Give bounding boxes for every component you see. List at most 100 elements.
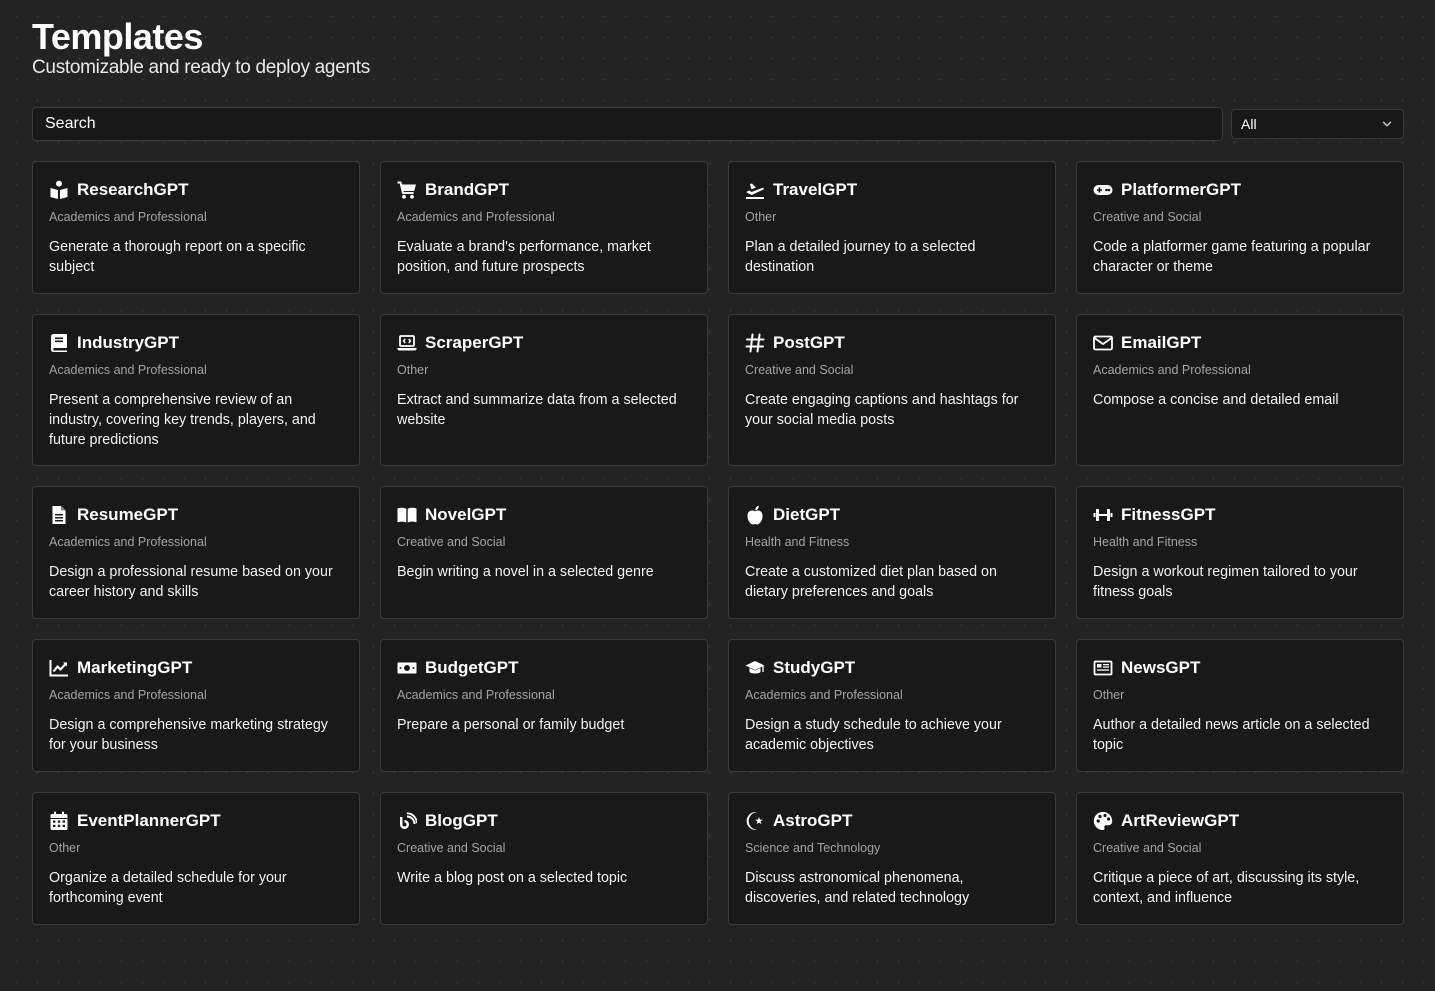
card-category: Academics and Professional <box>49 210 207 224</box>
card-header: ScraperGPT <box>397 332 691 354</box>
card-title: PostGPT <box>773 333 845 352</box>
card-title: EventPlannerGPT <box>77 811 221 830</box>
hashtag-icon <box>745 333 765 353</box>
chart-line-icon <box>49 658 69 678</box>
card-title: TravelGPT <box>773 180 858 199</box>
card-category: Academics and Professional <box>49 535 207 549</box>
card-title: ArtReviewGPT <box>1121 811 1240 830</box>
category-filter-select[interactable]: All <box>1231 109 1404 139</box>
dumbbell-icon <box>1093 505 1113 525</box>
template-card-platformergpt[interactable]: PlatformerGPT Creative and Social Code a… <box>1076 161 1404 294</box>
template-card-astrogpt[interactable]: AstroGPT Science and Technology Discuss … <box>728 792 1056 925</box>
template-card-eventplannergpt[interactable]: EventPlannerGPT Other Organize a detaile… <box>32 792 360 925</box>
card-description: Critique a piece of art, discussing its … <box>1093 870 1360 906</box>
template-card-bloggpt[interactable]: BlogGPT Creative and Social Write a blog… <box>380 792 708 925</box>
template-card-postgpt[interactable]: PostGPT Creative and Social Create engag… <box>728 314 1056 466</box>
search-input[interactable] <box>32 107 1223 141</box>
book-icon <box>49 333 69 353</box>
card-title: BudgetGPT <box>425 658 519 677</box>
card-title: ResearchGPT <box>77 180 189 199</box>
card-title: FitnessGPT <box>1121 505 1216 524</box>
template-card-emailgpt[interactable]: EmailGPT Academics and Professional Comp… <box>1076 314 1404 466</box>
card-description: Plan a detailed journey to a selected de… <box>745 239 976 275</box>
card-header: StudyGPT <box>745 657 1039 679</box>
card-description: Design a workout regimen tailored to you… <box>1093 564 1358 600</box>
template-card-budgetgpt[interactable]: BudgetGPT Academics and Professional Pre… <box>380 639 708 772</box>
template-grid: ResearchGPT Academics and Professional G… <box>32 161 1404 925</box>
template-card-novelgpt[interactable]: NovelGPT Creative and Social Begin writi… <box>380 486 708 619</box>
template-card-dietgpt[interactable]: DietGPT Health and Fitness Create a cust… <box>728 486 1056 619</box>
card-category: Other <box>49 841 81 855</box>
card-title: EmailGPT <box>1121 333 1202 352</box>
card-header: BrandGPT <box>397 179 691 201</box>
card-category: Academics and Professional <box>49 363 207 377</box>
card-category: Creative and Social <box>1093 210 1202 224</box>
card-category: Creative and Social <box>1093 841 1202 855</box>
card-header: AstroGPT <box>745 810 1039 832</box>
card-description: Evaluate a brand's performance, market p… <box>397 239 651 275</box>
star-and-crescent-icon <box>745 811 765 831</box>
card-header: BlogGPT <box>397 810 691 832</box>
card-header: IndustryGPT <box>49 332 343 354</box>
card-header: PlatformerGPT <box>1093 179 1387 201</box>
card-category: Health and Fitness <box>745 535 850 549</box>
filter-selected-value: All <box>1241 116 1257 132</box>
card-title: MarketingGPT <box>77 658 193 677</box>
template-card-travelgpt[interactable]: TravelGPT Other Plan a detailed journey … <box>728 161 1056 294</box>
template-card-artreviewgpt[interactable]: ArtReviewGPT Creative and Social Critiqu… <box>1076 792 1404 925</box>
card-category: Science and Technology <box>745 841 881 855</box>
card-title: IndustryGPT <box>77 333 180 352</box>
card-description: Discuss astronomical phenomena, discover… <box>745 870 970 906</box>
card-header: NovelGPT <box>397 504 691 526</box>
template-card-resumegpt[interactable]: ResumeGPT Academics and Professional Des… <box>32 486 360 619</box>
card-header: MarketingGPT <box>49 657 343 679</box>
calendar-icon <box>49 811 69 831</box>
card-header: NewsGPT <box>1093 657 1387 679</box>
template-card-scrapergpt[interactable]: ScraperGPT Other Extract and summarize d… <box>380 314 708 466</box>
template-card-brandgpt[interactable]: BrandGPT Academics and Professional Eval… <box>380 161 708 294</box>
card-description: Create engaging captions and hashtags fo… <box>745 392 1019 428</box>
card-title: ScraperGPT <box>425 333 524 352</box>
graduation-cap-icon <box>745 658 765 678</box>
card-category: Creative and Social <box>397 535 506 549</box>
template-card-researchgpt[interactable]: ResearchGPT Academics and Professional G… <box>32 161 360 294</box>
card-header: BudgetGPT <box>397 657 691 679</box>
card-category: Creative and Social <box>745 363 854 377</box>
template-card-industrygpt[interactable]: IndustryGPT Academics and Professional P… <box>32 314 360 466</box>
card-header: ArtReviewGPT <box>1093 810 1387 832</box>
template-card-studygpt[interactable]: StudyGPT Academics and Professional Desi… <box>728 639 1056 772</box>
card-category: Health and Fitness <box>1093 535 1198 549</box>
page-title: Templates <box>32 16 203 57</box>
card-category: Other <box>745 210 777 224</box>
page-subtitle: Customizable and ready to deploy agents <box>32 57 370 78</box>
card-category: Other <box>397 363 429 377</box>
template-card-marketinggpt[interactable]: MarketingGPT Academics and Professional … <box>32 639 360 772</box>
card-header: PostGPT <box>745 332 1039 354</box>
card-description: Design a professional resume based on yo… <box>49 564 333 600</box>
shopping-cart-icon <box>397 180 417 200</box>
card-title: StudyGPT <box>773 658 856 677</box>
card-header: DietGPT <box>745 504 1039 526</box>
card-description: Generate a thorough report on a specific… <box>49 239 306 275</box>
card-description: Create a customized diet plan based on d… <box>745 564 997 600</box>
file-icon <box>49 505 69 525</box>
template-card-fitnessgpt[interactable]: FitnessGPT Health and Fitness Design a w… <box>1076 486 1404 619</box>
card-description: Begin writing a novel in a selected genr… <box>397 564 654 580</box>
card-header: ResearchGPT <box>49 179 343 201</box>
card-header: EmailGPT <box>1093 332 1387 354</box>
apple-icon <box>745 505 765 525</box>
card-header: ResumeGPT <box>49 504 343 526</box>
blog-icon <box>397 811 417 831</box>
card-header: FitnessGPT <box>1093 504 1387 526</box>
card-description: Write a blog post on a selected topic <box>397 870 628 886</box>
card-category: Academics and Professional <box>49 688 207 702</box>
card-category: Other <box>1093 688 1125 702</box>
card-description: Present a comprehensive review of an ind… <box>49 392 316 448</box>
card-description: Extract and summarize data from a select… <box>397 392 677 428</box>
palette-icon <box>1093 811 1113 831</box>
template-card-newsgpt[interactable]: NewsGPT Other Author a detailed news art… <box>1076 639 1404 772</box>
card-title: NewsGPT <box>1121 658 1201 677</box>
card-description: Author a detailed news article on a sele… <box>1093 717 1370 753</box>
plane-departure-icon <box>745 180 765 200</box>
envelope-icon <box>1093 333 1113 353</box>
